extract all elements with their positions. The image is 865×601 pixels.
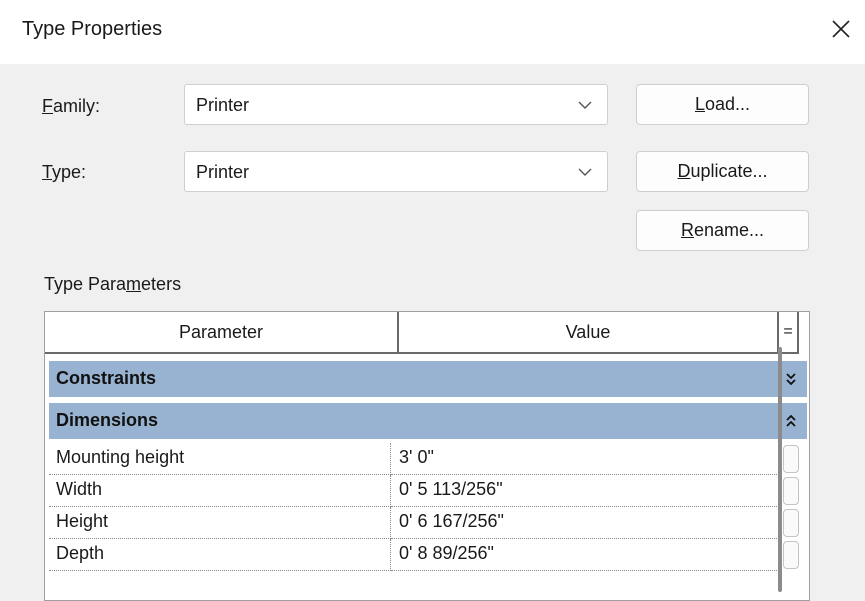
chevron-down-icon — [578, 101, 592, 109]
column-header-parameter[interactable]: Parameter — [45, 312, 399, 354]
associate-parameter-button[interactable] — [783, 477, 799, 505]
collapse-double-chevron-icon[interactable] — [785, 413, 797, 429]
group-header-dimensions[interactable]: Dimensions — [49, 403, 807, 439]
parameter-name: Width — [49, 475, 391, 507]
type-dropdown[interactable]: Printer — [184, 151, 608, 192]
close-icon[interactable] — [826, 14, 856, 44]
type-label: Type: — [42, 162, 87, 182]
parameter-value[interactable]: 0' 5 113/256" — [391, 475, 779, 507]
dialog-title: Type Properties — [22, 18, 163, 40]
parameter-name: Mounting height — [49, 443, 391, 475]
parameter-value[interactable]: 0' 6 167/256" — [391, 507, 779, 539]
table-row: Mounting height 3' 0" — [49, 443, 779, 475]
column-header-associate[interactable]: = — [779, 312, 799, 354]
table-row: Width 0' 5 113/256" — [49, 475, 779, 507]
group-name: Dimensions — [56, 410, 159, 430]
type-parameters-grid: Parameter Value = Constraints Dimensions… — [44, 311, 810, 601]
load-button[interactable]: Load... — [636, 84, 809, 125]
vertical-scrollbar[interactable] — [778, 347, 782, 592]
expand-double-chevron-icon[interactable] — [785, 371, 797, 387]
parameter-name: Depth — [49, 539, 391, 571]
parameter-name: Height — [49, 507, 391, 539]
family-label: Family: — [42, 96, 101, 116]
parameter-value[interactable]: 3' 0" — [391, 443, 779, 475]
family-value: Printer — [196, 95, 250, 115]
table-row: Height 0' 6 167/256" — [49, 507, 779, 539]
dialog-titlebar: Type Properties — [0, 0, 865, 64]
associate-parameter-button[interactable] — [783, 541, 799, 569]
family-dropdown[interactable]: Printer — [184, 84, 608, 125]
associate-parameter-button[interactable] — [783, 509, 799, 537]
chevron-down-icon — [578, 168, 592, 176]
duplicate-button[interactable]: Duplicate... — [636, 151, 809, 192]
parameter-value[interactable]: 0' 8 89/256" — [391, 539, 779, 571]
type-value: Printer — [196, 162, 250, 182]
rename-button[interactable]: Rename... — [636, 210, 809, 251]
group-header-constraints[interactable]: Constraints — [49, 361, 807, 397]
type-parameters-heading: Type Parameters — [44, 274, 182, 294]
table-row: Depth 0' 8 89/256" — [49, 539, 779, 571]
column-header-value[interactable]: Value — [399, 312, 779, 354]
group-name: Constraints — [56, 368, 157, 388]
associate-parameter-button[interactable] — [783, 445, 799, 473]
